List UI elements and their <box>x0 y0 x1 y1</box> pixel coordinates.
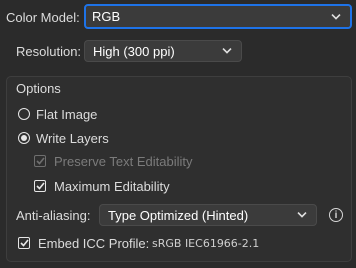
icc-profile-name: sRGB IEC61966-2.1 <box>152 236 260 250</box>
color-model-value: RGB <box>92 9 121 24</box>
resolution-select[interactable]: High (300 ppi) <box>84 40 242 62</box>
info-icon[interactable]: i <box>329 208 343 222</box>
radio-unselected-icon <box>18 108 30 120</box>
write-layers-label: Write Layers <box>36 130 109 146</box>
color-model-select[interactable]: RGB <box>84 4 352 29</box>
write-layers-radio[interactable]: Write Layers <box>18 129 109 147</box>
checkmark-icon <box>18 237 30 249</box>
radio-selected-icon <box>18 132 30 144</box>
embed-icc-checkbox[interactable]: Embed ICC Profile: <box>18 234 149 252</box>
flat-image-label: Flat Image <box>36 106 98 122</box>
preserve-text-checkbox[interactable]: Preserve Text Editability <box>34 152 193 170</box>
chevron-down-icon <box>331 13 341 20</box>
anti-aliasing-label: Anti-aliasing: <box>16 207 91 223</box>
anti-aliasing-row: Anti-aliasing: <box>16 205 90 225</box>
color-model-label: Color Model: <box>6 9 80 25</box>
anti-aliasing-value: Type Optimized (Hinted) <box>108 207 249 223</box>
preserve-text-label: Preserve Text Editability <box>54 153 193 169</box>
embed-icc-label: Embed ICC Profile: <box>38 235 150 251</box>
icc-profile-row: sRGB IEC61966-2.1 <box>152 235 259 251</box>
resolution-label: Resolution: <box>16 43 82 59</box>
flat-image-radio[interactable]: Flat Image <box>18 105 97 123</box>
color-model-row: Color Model: <box>6 7 80 27</box>
checkmark-icon <box>34 155 46 167</box>
anti-aliasing-select[interactable]: Type Optimized (Hinted) <box>99 204 317 226</box>
resolution-row: Resolution: <box>16 40 81 62</box>
options-heading: Options <box>16 80 61 96</box>
max-editability-label: Maximum Editability <box>54 178 170 194</box>
max-editability-checkbox[interactable]: Maximum Editability <box>34 177 170 195</box>
resolution-value: High (300 ppi) <box>93 43 175 59</box>
chevron-down-icon <box>222 48 232 54</box>
options-heading-row: Options <box>16 79 61 97</box>
checkmark-icon <box>34 180 46 192</box>
chevron-down-icon <box>297 212 307 218</box>
